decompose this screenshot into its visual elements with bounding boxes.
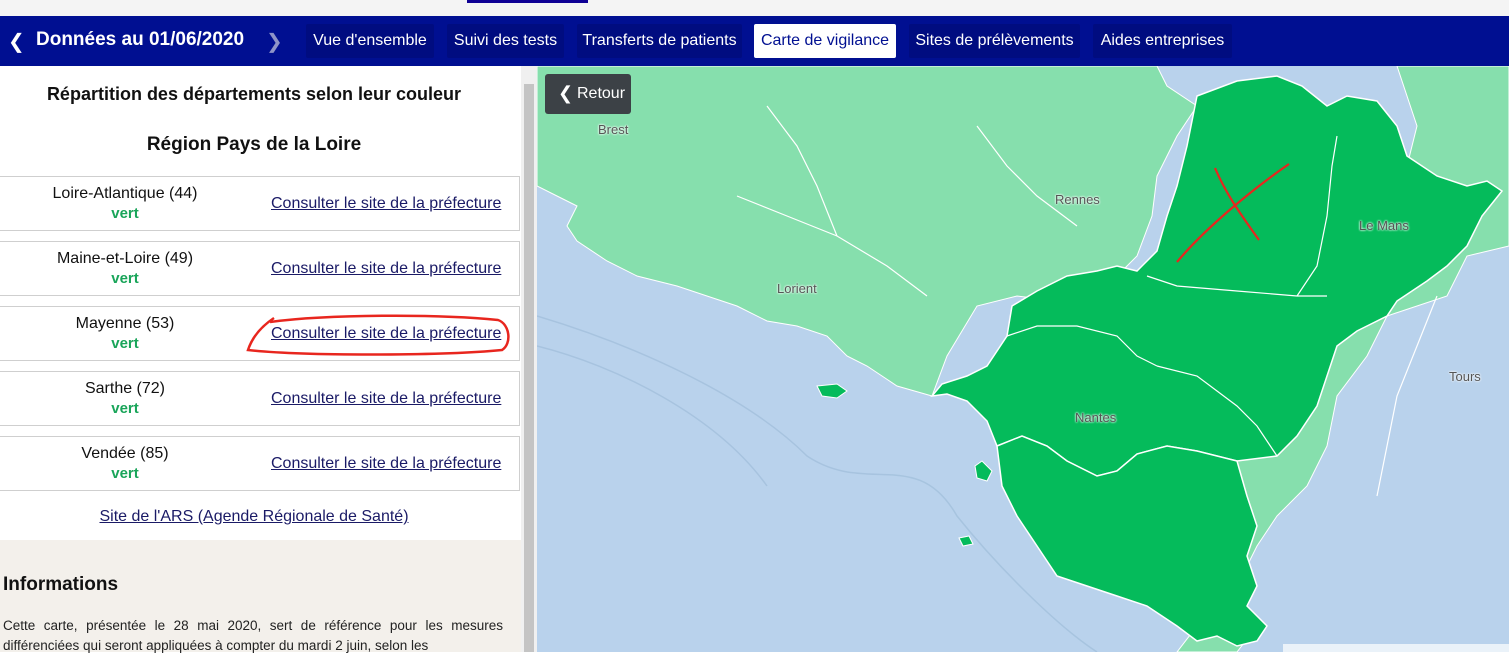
- previous-date-icon[interactable]: ❮: [8, 29, 25, 54]
- next-date-icon[interactable]: ❯: [266, 29, 283, 54]
- back-button-label: Retour: [577, 85, 626, 102]
- region-title: Région Pays de la Loire: [146, 134, 362, 155]
- prefecture-link[interactable]: Consulter le site de la préfecture: [271, 195, 501, 213]
- back-button[interactable]: ❮ Retour: [545, 74, 631, 114]
- city-label: Brest: [598, 122, 629, 137]
- information-section: Informations Cette carte, présentée le 2…: [0, 540, 521, 653]
- information-text: Cette carte, présentée le 28 mai 2020, s…: [3, 618, 503, 653]
- department-status: vert: [111, 465, 139, 482]
- browser-top-strip: [0, 0, 1509, 16]
- top-accent-bar: [467, 0, 588, 3]
- department-name: Loire-Atlantique (44): [52, 185, 198, 202]
- scrollbar-thumb[interactable]: [524, 84, 534, 652]
- department-name: Mayenne (53): [75, 315, 175, 332]
- city-label: Tours: [1449, 369, 1481, 384]
- department-row: Loire-Atlantique (44) vert Consulter le …: [0, 176, 520, 231]
- department-row: Sarthe (72) vert Consulter le site de la…: [0, 371, 520, 426]
- department-status: vert: [111, 400, 139, 417]
- vigilance-map[interactable]: Brest Rennes Le Mans Lorient Nantes Tour…: [537, 66, 1509, 652]
- tab-sites-prelevements[interactable]: Sites de prélèvements: [909, 24, 1080, 58]
- city-label: Le Mans: [1359, 218, 1409, 233]
- prefecture-link[interactable]: Consulter le site de la préfecture: [271, 455, 501, 473]
- department-name: Vendée (85): [81, 445, 169, 462]
- chevron-left-icon: ❮: [558, 83, 574, 103]
- department-name: Maine-et-Loire (49): [56, 250, 194, 267]
- department-status: vert: [111, 270, 139, 287]
- panel-scrollbar[interactable]: [521, 66, 537, 652]
- ars-site-link[interactable]: Site de l'ARS (Agende Régionale de Santé…: [0, 508, 508, 526]
- tab-transferts-patients[interactable]: Transferts de patients: [577, 24, 742, 58]
- date-title: Données au 01/06/2020: [36, 29, 245, 50]
- tab-suivi-tests[interactable]: Suivi des tests: [447, 24, 564, 58]
- panel-title: Répartition des départements selon leur …: [46, 84, 462, 104]
- red-circle-annotation: [246, 314, 510, 356]
- department-status: vert: [111, 335, 139, 352]
- tab-aides-entreprises[interactable]: Aides entreprises: [1093, 24, 1232, 58]
- city-label: Nantes: [1075, 410, 1117, 425]
- city-label: Rennes: [1055, 192, 1100, 207]
- department-name: Sarthe (72): [84, 380, 166, 397]
- department-row: Vendée (85) vert Consulter le site de la…: [0, 436, 520, 491]
- map-shapes: [537, 66, 1509, 652]
- city-label: Lorient: [777, 281, 817, 296]
- prefecture-link[interactable]: Consulter le site de la préfecture: [271, 390, 501, 408]
- tab-vue-ensemble[interactable]: Vue d'ensemble: [306, 24, 434, 58]
- tab-carte-vigilance[interactable]: Carte de vigilance: [754, 24, 896, 58]
- department-row: Maine-et-Loire (49) vert Consulter le si…: [0, 241, 520, 296]
- prefecture-link[interactable]: Consulter le site de la préfecture: [271, 260, 501, 278]
- map-attribution: [1283, 644, 1509, 652]
- department-status: vert: [111, 205, 139, 222]
- information-title: Informations: [3, 574, 119, 595]
